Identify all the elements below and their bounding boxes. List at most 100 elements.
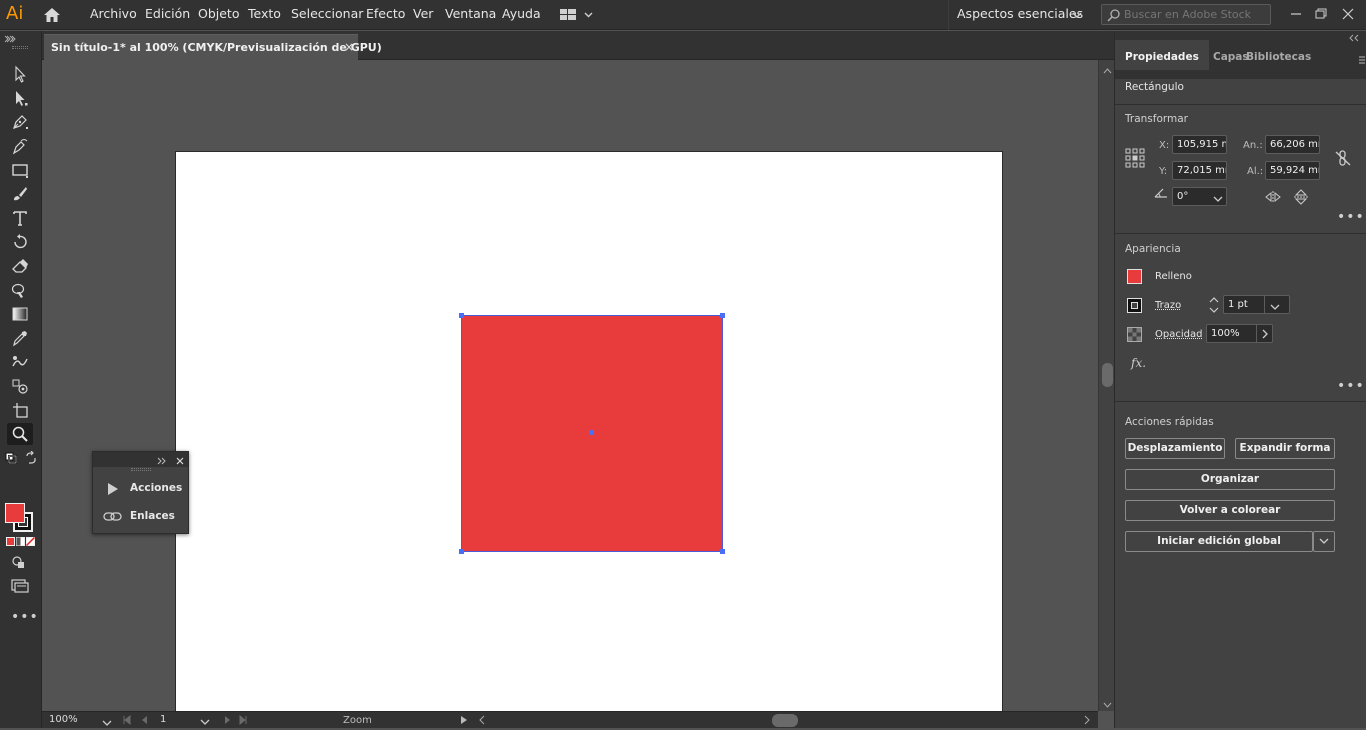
opacity-field[interactable] xyxy=(1206,324,1273,343)
scroll-down-icon[interactable] xyxy=(1103,698,1112,711)
recolor-button[interactable]: Volver a colorear xyxy=(1125,500,1335,521)
height-field[interactable] xyxy=(1265,161,1320,180)
menu-ayuda[interactable]: Ayuda xyxy=(502,6,541,21)
flip-horizontal-icon[interactable] xyxy=(1265,190,1281,207)
warp-tool-icon[interactable] xyxy=(7,279,33,301)
panel-menu-icon[interactable] xyxy=(1359,56,1365,69)
selected-rectangle[interactable] xyxy=(461,315,723,552)
menu-edicion[interactable]: Edición xyxy=(145,6,190,21)
floating-panel-header[interactable] xyxy=(93,452,188,467)
curvature-tool-icon[interactable] xyxy=(7,135,33,157)
stroke-color-swatch[interactable] xyxy=(1127,298,1142,313)
close-tab-icon[interactable]: × xyxy=(344,40,354,54)
scroll-right-icon[interactable] xyxy=(1084,715,1090,728)
canvas-area[interactable] xyxy=(42,60,1098,711)
zoom-chevron-icon[interactable] xyxy=(102,717,112,730)
drawing-mode-icon[interactable] xyxy=(11,555,27,572)
angle-chevron-icon[interactable] xyxy=(1213,193,1223,206)
close-panel-icon[interactable] xyxy=(176,455,184,468)
stock-search-input[interactable] xyxy=(1124,7,1268,22)
reference-point-icon[interactable] xyxy=(1125,148,1145,171)
links-panel-button[interactable]: Enlaces xyxy=(93,504,188,530)
flip-vertical-icon[interactable] xyxy=(1293,189,1309,208)
global-edit-options-button[interactable] xyxy=(1313,531,1335,552)
handle-bottom-left[interactable] xyxy=(459,549,464,554)
stroke-chevron-icon[interactable] xyxy=(1270,301,1280,314)
pen-tool-icon[interactable] xyxy=(7,111,33,133)
edit-toolbar-more-icon[interactable]: ••• xyxy=(11,609,39,625)
menu-ver[interactable]: Ver xyxy=(413,6,433,21)
paintbrush-tool-icon[interactable] xyxy=(7,183,33,205)
vertical-scrollbar[interactable] xyxy=(1098,60,1114,711)
scroll-left-icon[interactable] xyxy=(479,715,485,728)
zoom-tool-icon[interactable] xyxy=(7,423,33,445)
eraser-tool-icon[interactable] xyxy=(7,255,33,277)
swap-fill-stroke-icon[interactable] xyxy=(24,450,38,468)
handle-bottom-right[interactable] xyxy=(720,549,725,554)
appearance-more-icon[interactable]: ••• xyxy=(1337,378,1365,394)
arrange-documents-icon[interactable] xyxy=(558,6,596,24)
height-input[interactable] xyxy=(1266,162,1319,179)
handle-top-right[interactable] xyxy=(720,313,725,318)
width-input[interactable] xyxy=(1266,136,1319,153)
stock-search-box[interactable] xyxy=(1101,4,1271,25)
screen-mode-icon[interactable] xyxy=(11,579,29,596)
stroke-stepper-icon[interactable] xyxy=(1208,295,1220,318)
fill-swatch[interactable] xyxy=(5,503,25,523)
rotate-tool-icon[interactable] xyxy=(7,231,33,253)
gradient-tool-icon[interactable] xyxy=(7,303,33,325)
opacity-label[interactable]: Opacidad xyxy=(1155,329,1202,340)
toolbar-grip[interactable] xyxy=(12,46,28,49)
rectangle-tool-icon[interactable] xyxy=(7,159,33,181)
tab-propiedades[interactable]: Propiedades xyxy=(1115,40,1209,70)
symbol-sprayer-tool-icon[interactable] xyxy=(7,375,33,397)
close-window-button[interactable] xyxy=(1337,4,1359,24)
tab-capas[interactable]: Capas xyxy=(1213,51,1249,73)
center-point[interactable] xyxy=(589,430,594,435)
x-field[interactable] xyxy=(1172,135,1227,154)
actions-panel-button[interactable]: Acciones xyxy=(93,476,188,502)
color-mode-icon[interactable] xyxy=(6,536,36,550)
artboard-tool-icon[interactable] xyxy=(7,399,33,421)
y-field[interactable] xyxy=(1172,161,1227,180)
menu-archivo[interactable]: Archivo xyxy=(90,6,137,21)
menu-texto[interactable]: Texto xyxy=(248,6,281,21)
expand-shape-button[interactable]: Expandir forma xyxy=(1235,438,1335,459)
workspace-switcher[interactable]: Aspectos esenciales xyxy=(948,0,1090,30)
collapse-right-panel-icon[interactable] xyxy=(1349,32,1361,45)
fill-color-swatch[interactable] xyxy=(1127,269,1142,284)
collapse-panels-icon[interactable] xyxy=(4,33,16,46)
minimize-button[interactable] xyxy=(1285,4,1307,24)
artboard-number[interactable]: 1 xyxy=(160,714,166,725)
default-fill-stroke-icon[interactable] xyxy=(5,452,17,467)
width-field[interactable] xyxy=(1265,135,1320,154)
horizontal-scroll-thumb[interactable] xyxy=(772,714,798,727)
expand-panel-icon[interactable] xyxy=(157,455,167,468)
eyedropper-tool-icon[interactable] xyxy=(7,327,33,349)
first-artboard-icon[interactable] xyxy=(122,714,132,728)
type-tool-icon[interactable] xyxy=(7,207,33,229)
artboard-chevron-icon[interactable] xyxy=(200,716,210,729)
last-artboard-icon[interactable] xyxy=(238,714,248,728)
next-artboard-icon[interactable] xyxy=(222,715,232,728)
vertical-scroll-thumb[interactable] xyxy=(1102,363,1113,387)
selection-tool-icon[interactable] xyxy=(7,63,33,85)
scroll-up-icon[interactable] xyxy=(1103,64,1112,77)
handle-top-left[interactable] xyxy=(459,313,464,318)
document-tab[interactable]: Sin título-1* al 100% (CMYK/Previsualiza… xyxy=(44,34,382,60)
menu-seleccionar[interactable]: Seleccionar xyxy=(291,6,363,21)
menu-efecto[interactable]: Efecto xyxy=(366,6,405,21)
offset-path-button[interactable]: Desplazamiento xyxy=(1125,438,1225,459)
constrain-proportions-icon[interactable] xyxy=(1335,150,1351,169)
stroke-weight-field[interactable] xyxy=(1223,295,1290,314)
fx-effects-button[interactable]: fx. xyxy=(1131,356,1146,370)
floating-panel-grip[interactable] xyxy=(131,468,151,471)
home-icon[interactable] xyxy=(42,6,62,24)
previous-artboard-icon[interactable] xyxy=(140,715,150,728)
blend-tool-icon[interactable] xyxy=(7,351,33,373)
y-input[interactable] xyxy=(1173,162,1226,179)
status-menu-icon[interactable] xyxy=(460,715,468,728)
arrange-button[interactable]: Organizar xyxy=(1125,469,1335,490)
stroke-label[interactable]: Trazo xyxy=(1155,300,1181,311)
restore-button[interactable] xyxy=(1310,4,1332,24)
